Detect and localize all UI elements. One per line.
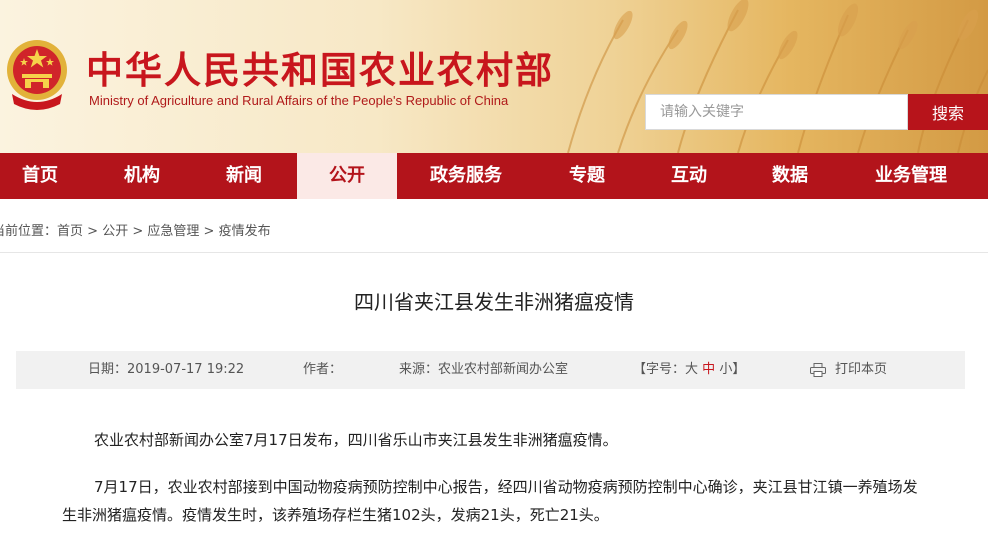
breadcrumb-separator: > bbox=[199, 224, 219, 239]
nav-item-interaction[interactable]: 互动 bbox=[641, 153, 737, 199]
date-meta: 日期：2019-07-17 19:22 bbox=[88, 351, 244, 389]
nav-item-agencies[interactable]: 机构 bbox=[94, 153, 190, 199]
site-title: 中华人民共和国农业农村部 bbox=[86, 49, 554, 92]
font-size-close: 】 bbox=[732, 362, 746, 377]
site-header: 中华人民共和国农业农村部 Ministry of Agriculture and… bbox=[0, 0, 988, 153]
breadcrumb-prefix: 当前位置： bbox=[0, 224, 58, 239]
breadcrumb-public[interactable]: 公开 bbox=[102, 224, 128, 239]
nav-item-news[interactable]: 新闻 bbox=[196, 153, 292, 199]
source-meta: 来源：农业农村部新闻办公室 bbox=[399, 351, 568, 389]
article-paragraph-1: 农业农村部新闻办公室7月17日发布，四川省乐山市夹江县发生非洲猪瘟疫情。 bbox=[94, 431, 618, 449]
nav-item-public[interactable]: 公开 bbox=[297, 153, 397, 199]
nav-item-home[interactable]: 首页 bbox=[0, 153, 88, 199]
font-size-small[interactable]: 小 bbox=[719, 362, 732, 377]
author-label: 作者： bbox=[303, 362, 343, 377]
nav-item-data[interactable]: 数据 bbox=[742, 153, 838, 199]
font-size-label: 【字号： bbox=[633, 362, 686, 377]
wheat-background-image bbox=[567, 0, 988, 153]
font-size-medium[interactable]: 中 bbox=[702, 362, 715, 377]
breadcrumb-emergency-management[interactable]: 应急管理 bbox=[147, 224, 199, 239]
article-paragraph-2: 7月17日，农业农村部接到中国动物疫病预防控制中心报告，经四川省动物疫病预防控制… bbox=[62, 478, 918, 524]
article-meta-bar: 日期：2019-07-17 19:22 作者： 来源：农业农村部新闻办公室 【字… bbox=[16, 351, 965, 389]
main-nav: 首页 机构 新闻 公开 政务服务 专题 互动 数据 业务管理 bbox=[0, 153, 988, 199]
breadcrumb: 当前位置：首页 > 公开 > 应急管理 > 疫情发布 bbox=[0, 220, 271, 239]
printer-icon[interactable] bbox=[810, 363, 826, 377]
source-label: 来源： bbox=[399, 362, 439, 377]
print-page-link[interactable]: 打印本页 bbox=[835, 351, 887, 389]
author-meta: 作者： bbox=[303, 351, 342, 389]
breadcrumb-separator: > bbox=[128, 224, 148, 239]
search-button[interactable]: 搜索 bbox=[908, 94, 988, 130]
font-size-control: 【字号：大 中 小】 bbox=[633, 351, 745, 389]
breadcrumb-separator: > bbox=[83, 224, 103, 239]
divider bbox=[0, 252, 988, 253]
nav-item-government-services[interactable]: 政务服务 bbox=[418, 153, 514, 199]
site-subtitle: Ministry of Agriculture and Rural Affair… bbox=[89, 93, 509, 108]
date-value: 2019-07-17 19:22 bbox=[127, 362, 245, 377]
date-label: 日期： bbox=[88, 362, 128, 377]
source-value: 农业农村部新闻办公室 bbox=[438, 362, 569, 377]
national-emblem-icon bbox=[7, 40, 67, 110]
nav-item-business-management[interactable]: 业务管理 bbox=[858, 153, 964, 199]
article-title: 四川省夹江县发生非洲猪瘟疫情 bbox=[354, 290, 634, 314]
breadcrumb-epidemic-release[interactable]: 疫情发布 bbox=[219, 224, 271, 239]
font-size-large[interactable]: 大 bbox=[685, 362, 698, 377]
breadcrumb-home[interactable]: 首页 bbox=[57, 224, 83, 239]
nav-item-topics[interactable]: 专题 bbox=[539, 153, 635, 199]
search-input[interactable] bbox=[645, 94, 908, 130]
